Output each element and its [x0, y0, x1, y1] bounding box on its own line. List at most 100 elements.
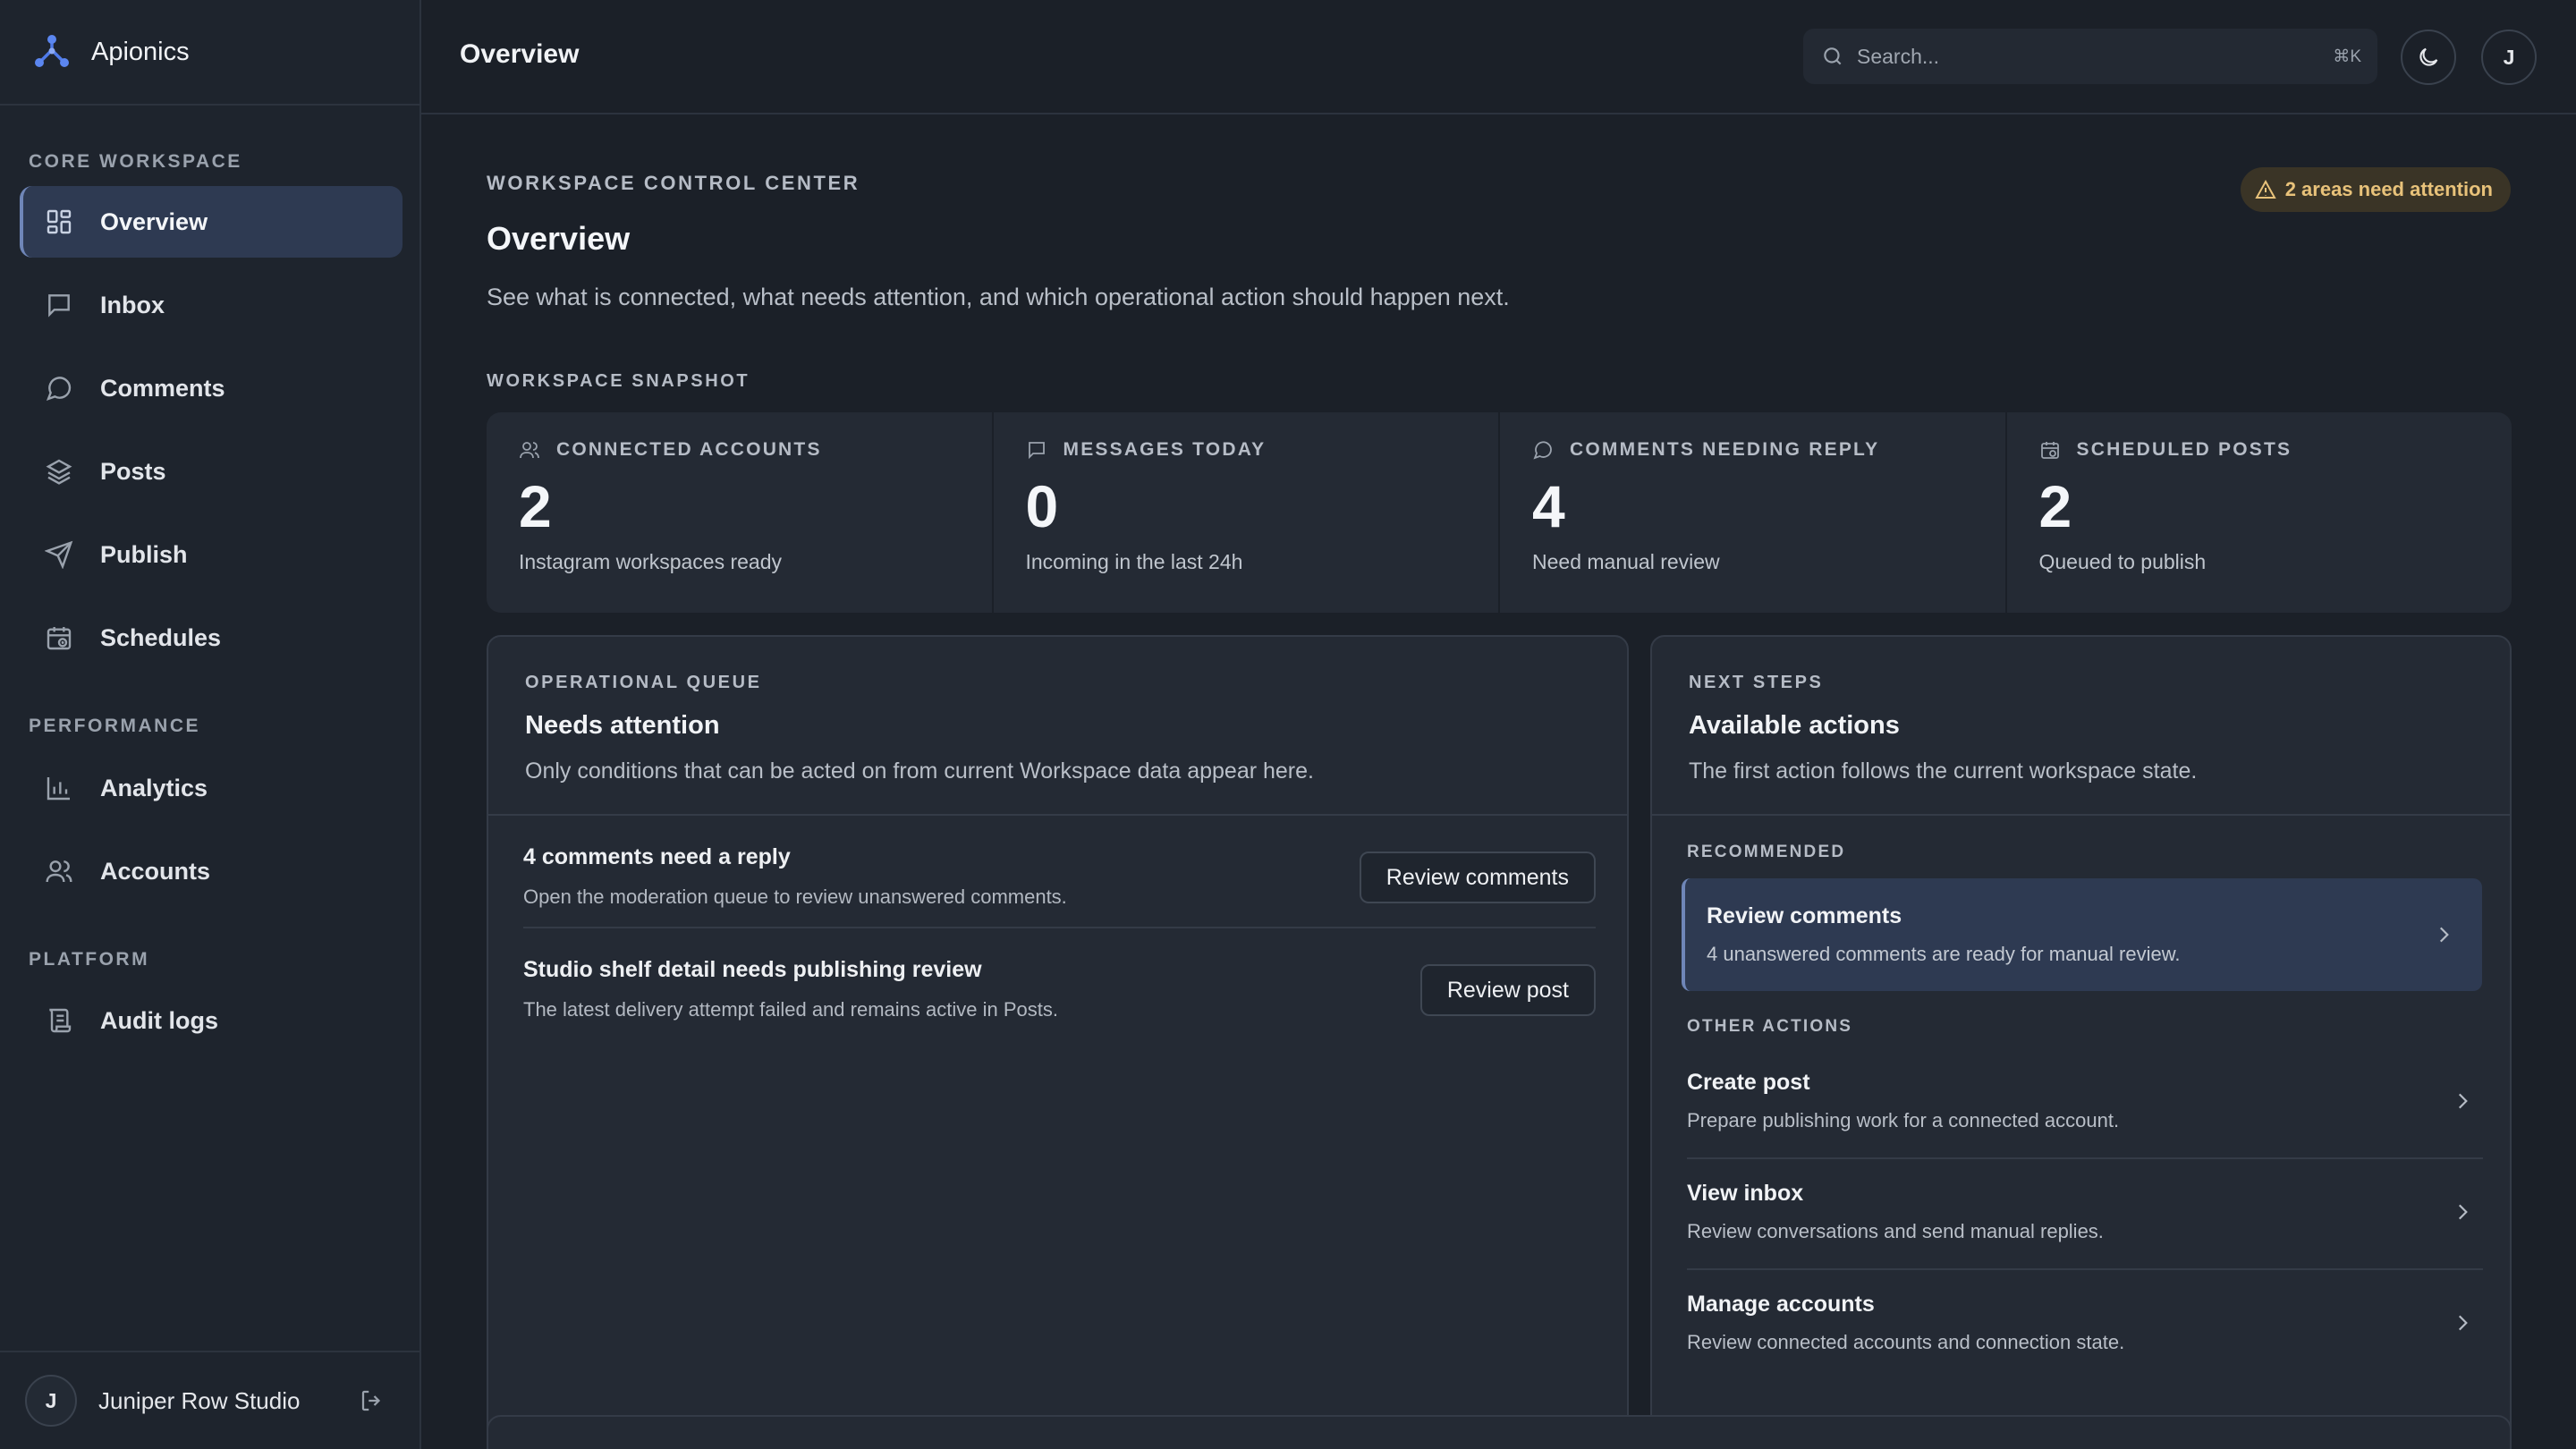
panel-title: Needs attention: [525, 711, 720, 740]
stat-scheduled-posts: SCHEDULED POSTS 2 Queued to publish: [2007, 412, 2512, 613]
action-description: Prepare publishing work for a connected …: [1687, 1109, 2120, 1131]
moon-icon: [2419, 47, 2438, 66]
users-icon: [520, 442, 539, 459]
stat-comments-needing-reply: COMMENTS NEEDING REPLY 4 Need manual rev…: [1500, 412, 2007, 613]
bar-chart-icon: [47, 777, 70, 801]
nav-section-platform: PLATFORM: [29, 949, 150, 970]
operational-queue-panel: OPERATIONAL QUEUE Needs attention Only c…: [487, 635, 1629, 1449]
sidebar-item-posts[interactable]: Posts: [20, 436, 402, 507]
stat-label: CONNECTED ACCOUNTS: [556, 439, 822, 460]
nav-section-performance: PERFORMANCE: [29, 716, 201, 736]
stat-caption: Need manual review: [1532, 550, 1720, 573]
calendar-clock-icon: [47, 627, 72, 650]
message-square-icon: [48, 294, 70, 318]
sidebar-item-analytics[interactable]: Analytics: [20, 752, 402, 824]
search-input[interactable]: [1857, 44, 2322, 69]
stat-value: 4: [1532, 473, 1565, 539]
action-description: 4 unanswered comments are ready for manu…: [1707, 943, 2181, 965]
panel-description: The first action follows the current wor…: [1689, 758, 2198, 784]
sidebar-item-label: Comments: [100, 374, 225, 402]
queue-item-description: Open the moderation queue to review unan…: [523, 886, 1067, 908]
recommended-action-review-comments[interactable]: Review comments 4 unanswered comments ar…: [1682, 878, 2482, 991]
panel-description: Only conditions that can be acted on fro…: [525, 758, 1314, 784]
action-description: Review connected accounts and connection…: [1687, 1331, 2125, 1353]
message-square-icon: [1028, 442, 1045, 460]
sidebar-item-inbox[interactable]: Inbox: [20, 269, 402, 341]
apionics-logo-icon: [35, 35, 69, 67]
panel-eyebrow: OPERATIONAL QUEUE: [525, 673, 762, 692]
avatar[interactable]: J: [25, 1375, 77, 1427]
queue-item-title: Studio shelf detail needs publishing rev…: [523, 957, 982, 982]
sidebar-user: J Juniper Row Studio: [0, 1351, 419, 1449]
review-post-button[interactable]: Review post: [1419, 964, 1596, 1016]
message-circle-icon: [1533, 441, 1552, 460]
page-description: See what is connected, what needs attent…: [487, 284, 1510, 310]
queue-item-title: 4 comments need a reply: [523, 844, 791, 869]
chevron-right-icon: [2458, 1315, 2468, 1331]
search-box[interactable]: ⌘K: [1803, 29, 2377, 84]
brand[interactable]: Apionics: [0, 0, 419, 106]
stat-value: 2: [2038, 473, 2072, 539]
queue-item-description: The latest delivery attempt failed and r…: [523, 998, 1058, 1021]
sidebar-item-label: Inbox: [100, 291, 165, 318]
logout-icon[interactable]: [359, 1387, 386, 1414]
users-icon: [46, 860, 72, 883]
review-comments-button[interactable]: Review comments: [1359, 852, 1596, 903]
action-create-post[interactable]: Create post Prepare publishing work for …: [1687, 1048, 2483, 1159]
stat-caption: Incoming in the last 24h: [1025, 550, 1243, 573]
action-title: View inbox: [1687, 1181, 1804, 1206]
next-steps-panel: NEXT STEPS Available actions The first a…: [1650, 635, 2512, 1449]
sidebar-item-schedules[interactable]: Schedules: [20, 602, 402, 674]
snapshot-label: WORKSPACE SNAPSHOT: [487, 371, 750, 391]
sidebar-item-label: Overview: [100, 208, 208, 235]
theme-toggle-button[interactable]: [2401, 30, 2456, 85]
sidebar-item-label: Accounts: [100, 857, 211, 885]
stat-value: 2: [519, 473, 552, 539]
warning-icon: [2254, 179, 2276, 199]
sidebar-item-label: Posts: [100, 457, 166, 485]
panel-eyebrow: NEXT STEPS: [1689, 673, 1824, 692]
queue-item: 4 comments need a reply Open the moderat…: [523, 816, 1596, 927]
action-manage-accounts[interactable]: Manage accounts Review connected account…: [1687, 1270, 2483, 1381]
message-circle-icon: [46, 377, 72, 402]
other-actions-label: OTHER ACTIONS: [1687, 1017, 1853, 1036]
stat-value: 0: [1025, 473, 1059, 539]
sidebar: Apionics CORE WORKSPACE Overview Inbox C…: [0, 0, 421, 1449]
sidebar-item-accounts[interactable]: Accounts: [20, 835, 402, 907]
layers-icon: [46, 459, 72, 485]
workspace-name: Juniper Row Studio: [98, 1386, 301, 1414]
search-icon: [1824, 47, 1842, 65]
recommended-label: RECOMMENDED: [1687, 843, 1846, 861]
calendar-clock-icon: [2040, 442, 2059, 459]
sidebar-item-overview[interactable]: Overview: [20, 186, 402, 258]
scroll-icon: [49, 1008, 72, 1033]
stat-label: COMMENTS NEEDING REPLY: [1570, 439, 1880, 460]
sidebar-item-comments[interactable]: Comments: [20, 352, 402, 424]
sidebar-item-label: Schedules: [100, 623, 222, 651]
stat-label: MESSAGES TODAY: [1063, 439, 1267, 460]
page-title: Overview: [487, 220, 631, 257]
sidebar-item-label: Analytics: [100, 774, 208, 801]
search-shortcut: ⌘K: [2333, 47, 2361, 66]
stat-caption: Instagram workspaces ready: [519, 550, 783, 573]
chevron-right-icon: [2439, 927, 2449, 943]
sidebar-item-audit-logs[interactable]: Audit logs: [20, 985, 402, 1056]
chevron-right-icon: [2458, 1204, 2468, 1220]
action-view-inbox[interactable]: View inbox Review conversations and send…: [1687, 1159, 2483, 1270]
action-title: Manage accounts: [1687, 1292, 1875, 1317]
grid-icon: [47, 209, 72, 234]
stat-messages-today: MESSAGES TODAY 0 Incoming in the last 24…: [994, 412, 1500, 613]
nav-section-core-workspace: CORE WORKSPACE: [29, 151, 242, 172]
stat-label: SCHEDULED POSTS: [2076, 439, 2292, 460]
queue-item: Studio shelf detail needs publishing rev…: [523, 927, 1596, 1038]
attention-badge-label: 2 areas need attention: [2284, 178, 2493, 200]
send-icon: [45, 540, 73, 569]
stat-caption: Queued to publish: [2038, 550, 2207, 573]
user-avatar-button[interactable]: J: [2481, 30, 2537, 85]
action-description: Review conversations and send manual rep…: [1687, 1220, 2104, 1242]
sidebar-item-publish[interactable]: Publish: [20, 519, 402, 590]
action-title: Create post: [1687, 1070, 1810, 1095]
stats-row: CONNECTED ACCOUNTS 2 Instagram workspace…: [487, 412, 2512, 613]
attention-badge[interactable]: 2 areas need attention: [2240, 167, 2511, 212]
app-name: Apionics: [91, 37, 190, 66]
